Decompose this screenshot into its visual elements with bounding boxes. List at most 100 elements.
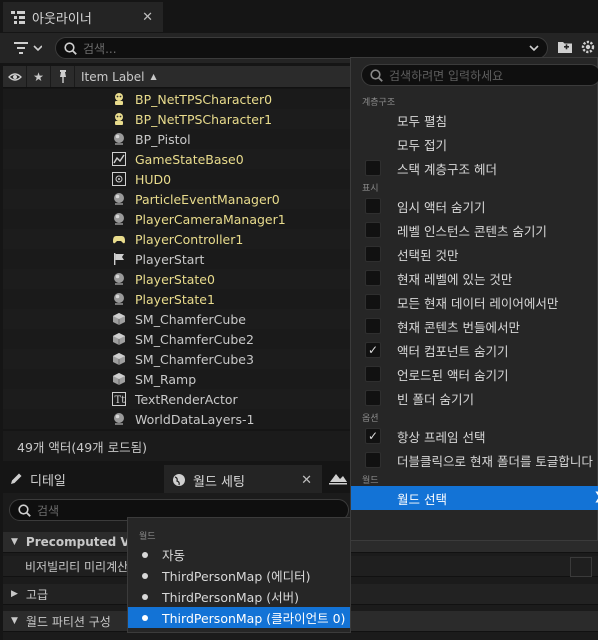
property-label: 비저빌리티 미리계산 [25,559,129,574]
search-placeholder: 검색... [83,41,117,56]
gear-icon[interactable] [580,39,596,58]
tab-world-settings[interactable]: 월드 세팅 ✕ [164,465,322,495]
menu-item-label: 더블클릭으로 현재 폴더를 토글합니다 [397,453,593,469]
actor-icon [111,211,127,227]
outliner-row[interactable]: PlayerState1 [3,289,353,309]
tab-details[interactable]: 디테일 [3,465,161,493]
world-option[interactable]: 자동 [128,544,350,565]
cube-icon [111,331,127,347]
star-column-icon[interactable]: ★ [27,66,51,87]
checkbox-checked[interactable]: ✓ [365,428,381,444]
menu-item-label: 레벨 인스턴스 콘텐츠 숨기기 [397,223,547,239]
outliner-row[interactable]: BP_NetTPSCharacter1 [3,109,353,129]
menu-item-label: 스택 계층구조 헤더 [397,161,497,177]
outliner-row-label: ParticleEventManager0 [135,191,280,207]
menu-item[interactable]: 모두 펼침 [351,108,598,132]
menu-item[interactable]: 선택된 것만 [351,242,598,266]
outliner-list: BP_NetTPSCharacter0 BP_NetTPSCharacter1 BP… [3,89,353,429]
world-option-label: 자동 [162,548,186,563]
close-icon[interactable]: ✕ [142,10,153,25]
outliner-row[interactable]: Tt TextRenderActor [3,389,353,409]
outliner-row[interactable]: HUD0 [3,169,353,189]
outliner-row[interactable]: SM_ChamferCube [3,309,353,329]
pin-column-icon[interactable] [51,66,75,87]
menu-item[interactable]: 더블클릭으로 현재 폴더를 토글합니다 [351,448,598,472]
outliner-row[interactable]: PlayerController1 [3,229,353,249]
menu-item[interactable]: ✓ 항상 프레임 선택 [351,424,598,448]
gamepad-icon [111,231,127,247]
world-option[interactable]: ThirdPersonMap (에디터) [128,565,350,586]
menu-section-title: 옵션 [362,413,379,424]
item-label-column-header[interactable]: Item Label ▲ [75,66,355,87]
close-icon[interactable]: ✕ [301,473,312,488]
world-option[interactable]: ThirdPersonMap (클라이언트 0) [128,607,350,628]
checkbox[interactable] [365,318,381,334]
outliner-row[interactable]: PlayerStart [3,249,353,269]
outliner-status-bar: 49개 액터(49개 로드됨) [3,431,353,461]
checkbox[interactable] [365,198,381,214]
outliner-row[interactable]: BP_NetTPSCharacter0 [3,89,353,109]
checkbox[interactable] [365,366,381,382]
outliner-row[interactable]: SM_ChamferCube2 [3,329,353,349]
checkbox[interactable] [365,294,381,310]
menu-item[interactable]: 현재 레벨에 있는 것만 [351,266,598,290]
outliner-row[interactable]: ParticleEventManager0 [3,189,353,209]
search-icon [64,41,77,55]
outliner-row-label: SM_Ramp [135,371,197,387]
item-label-header-text: Item Label [81,69,145,84]
outliner-row[interactable]: PlayerCameraManager1 [3,209,353,229]
checkbox[interactable] [365,452,381,468]
checkbox-checked[interactable]: ✓ [365,342,381,358]
outliner-row[interactable]: SM_Ramp [3,369,353,389]
checkbox[interactable] [365,246,381,262]
world-option[interactable]: ThirdPersonMap (서버) [128,586,350,607]
menu-search-input[interactable]: 검색하려면 입력하세요 [361,64,598,86]
menu-item[interactable]: 스택 계층구조 헤더 [351,156,598,180]
visibility-column-icon[interactable] [3,66,27,87]
menu-item[interactable]: 임시 액터 숨기기 [351,194,598,218]
levels-tab-icon[interactable] [328,469,350,491]
radio-dot-icon [142,615,148,621]
cube-icon [111,351,127,367]
menu-item[interactable]: 월드 선택 ❯ [351,486,598,510]
menu-item[interactable]: 현재 콘텐츠 번들에서만 [351,314,598,338]
search-icon [18,503,31,517]
menu-item[interactable]: 모든 현재 데이터 레이어에서만 [351,290,598,314]
property-value-box[interactable] [570,557,592,577]
outliner-search-input[interactable]: 검색... [55,37,548,59]
actor-count-text: 49개 액터(49개 로드됨) [17,439,148,455]
outliner-row[interactable]: GameStateBase0 [3,149,353,169]
outliner-row[interactable]: BP_Pistol [3,129,353,149]
menu-item[interactable]: 빈 폴더 숨기기 [351,386,598,410]
world-section-title: 월드 [139,531,156,542]
outliner-row-label: PlayerController1 [135,231,244,247]
checkbox[interactable] [365,270,381,286]
chevron-down-icon[interactable] [529,44,539,52]
pawn-icon [111,111,127,127]
radio-dot-icon [142,573,148,579]
menu-item[interactable]: 언로드된 액터 숨기기 [351,362,598,386]
checkbox[interactable] [365,390,381,406]
outliner-row[interactable]: PlayerState0 [3,269,353,289]
collapse-arrow-icon: ▼ [11,616,18,626]
menu-item-label: 액터 컴포넌트 숨기기 [397,343,509,359]
outliner-row-label: SM_ChamferCube [135,311,246,327]
menu-item[interactable]: 모두 접기 [351,132,598,156]
menu-item-label: 임시 액터 숨기기 [397,199,486,215]
checkbox[interactable] [365,222,381,238]
outliner-row-label: HUD0 [135,171,172,187]
outliner-row-label: PlayerState0 [135,271,215,287]
cube-icon [111,371,127,387]
menu-item[interactable]: 레벨 인스턴스 콘텐츠 숨기기 [351,218,598,242]
add-folder-icon[interactable] [557,40,573,57]
filter-icon[interactable] [14,41,43,58]
outliner-row[interactable]: SM_ChamferCube3 [3,349,353,369]
pencil-icon [9,472,23,486]
outliner-row-label: BP_NetTPSCharacter1 [135,111,273,127]
actor-icon [111,411,127,427]
tab-outliner[interactable]: 아웃라이너 ✕ [3,2,163,32]
checkbox[interactable] [365,160,381,176]
tab-outliner-label: 아웃라이너 [32,11,92,27]
outliner-row[interactable]: WorldDataLayers-1 [3,409,353,429]
menu-item[interactable]: ✓ 액터 컴포넌트 숨기기 [351,338,598,362]
